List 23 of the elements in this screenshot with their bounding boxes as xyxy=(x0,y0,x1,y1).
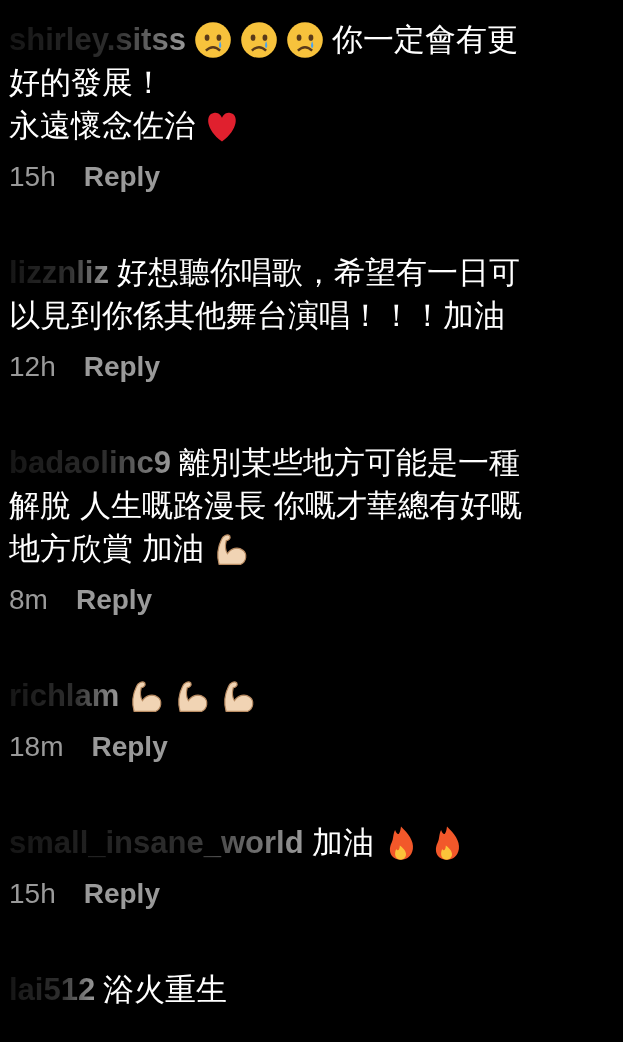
comment-text: 好的發展！ xyxy=(9,63,164,102)
reply-link[interactable]: Reply xyxy=(83,878,160,910)
comment-time: 15h xyxy=(9,161,56,193)
comment-text: 以見到你係其他舞台演唱！！！加油 xyxy=(9,296,505,335)
crying-face-icon xyxy=(285,20,324,59)
reply-link[interactable]: Reply xyxy=(83,351,160,383)
comment-text: 加油 xyxy=(311,823,374,862)
comment-text: 解脫 人生嘅路漫長 你嘅才華總有好嘅 xyxy=(9,486,523,525)
crying-face-icon xyxy=(239,20,278,59)
comment-text: 浴火重生 xyxy=(103,970,228,1009)
crying-face-icon xyxy=(193,20,232,59)
reply-link[interactable]: Reply xyxy=(83,161,160,193)
comment-time: 12h xyxy=(9,351,56,383)
comment-time: 8m xyxy=(9,584,48,616)
comment-text: 離別某些地方可能是一種 xyxy=(178,443,520,482)
comment-time: 18m xyxy=(9,731,64,763)
comment-text: 你一定會有更 xyxy=(331,20,518,59)
comment-text: 好想聽你唱歌，希望有一日可 xyxy=(116,253,520,292)
comment-text: 地方欣賞 加油 xyxy=(9,529,204,568)
reply-link[interactable]: Reply xyxy=(75,584,153,616)
comment-time: 15h xyxy=(9,878,56,910)
reply-link[interactable]: Reply xyxy=(91,731,168,763)
comment-text: 永遠懷念佐治 xyxy=(9,106,195,145)
